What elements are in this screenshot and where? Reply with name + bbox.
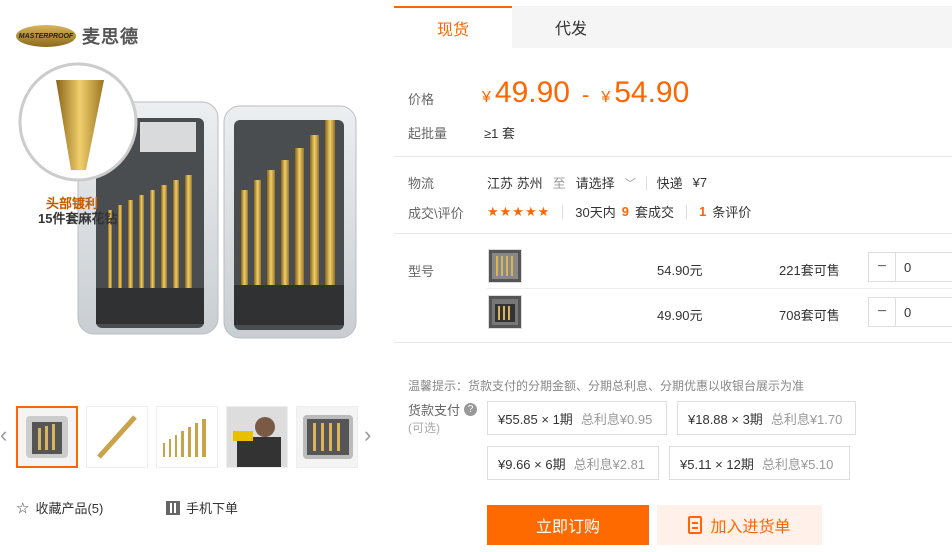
thumbnail-4[interactable]	[226, 406, 288, 468]
reviews-label: 成交\评价	[408, 206, 464, 221]
clipboard-icon	[688, 516, 703, 534]
divider	[686, 204, 687, 219]
model-stock-1: 221套可售	[779, 263, 840, 278]
quantity-stepper-1: − 0	[868, 252, 952, 282]
collect-label: 收藏产品(5)	[35, 501, 104, 516]
divider	[487, 288, 952, 289]
qr-code-icon	[166, 500, 180, 515]
divider	[645, 175, 647, 190]
destination-value: 请选择	[575, 176, 615, 191]
price-high: 54.90	[614, 76, 690, 109]
to-label: 至	[552, 176, 566, 191]
logistics-label: 物流	[408, 176, 435, 191]
thumbnail-2[interactable]	[86, 406, 148, 468]
chevron-down-icon: ﹀	[624, 177, 636, 190]
model-price-2: 49.90元	[657, 308, 703, 323]
shipping-method: 快递	[656, 176, 683, 191]
sales-prefix: 30天内	[575, 205, 616, 220]
price-separator: -	[581, 82, 590, 107]
thumbnail-5[interactable]	[296, 406, 358, 468]
price-low: 49.90	[494, 76, 570, 109]
add-to-cart-label: 加入进货单	[710, 519, 791, 536]
quantity-stepper-2: − 0	[868, 297, 952, 327]
main-product-image: 头部镀利 15件套麻花钻	[16, 60, 371, 390]
model-label: 型号	[408, 264, 435, 279]
destination-select[interactable]: 请选择 ﹀	[576, 173, 636, 192]
sales-count: 9	[621, 204, 629, 219]
currency-symbol: ¥	[601, 89, 611, 106]
installment-tip: 温馨提示：货款支付的分期金额、分期总利息、分期优惠以收银台展示为准	[408, 379, 805, 393]
tab-dropship[interactable]: 代发	[512, 6, 630, 48]
purchase-tabs: 现货 代发	[394, 6, 952, 48]
installment-option-4[interactable]: ¥5.11 × 12期 总利息¥5.10	[669, 446, 850, 480]
brand-name: 麦思德	[82, 27, 139, 47]
model-thumbnail-1[interactable]	[488, 249, 522, 283]
mobile-label: 手机下单	[186, 501, 239, 516]
installment-amount: ¥5.11 × 12期	[680, 456, 754, 472]
logistics-row: 江苏 苏州 至 请选择 ﹀ 快递 ¥7	[487, 173, 707, 192]
installment-option-2[interactable]: ¥18.88 × 3期 总利息¥1.70	[677, 401, 856, 435]
sales-suffix: 套成交	[634, 205, 674, 220]
minus-button[interactable]: −	[869, 298, 896, 326]
order-now-button[interactable]: 立即订购	[487, 505, 649, 545]
divider	[394, 156, 952, 157]
model-price-1: 54.90元	[657, 263, 703, 278]
thumbnail-1[interactable]	[16, 406, 78, 468]
model-stock-2: 708套可售	[779, 308, 840, 323]
quantity-input[interactable]: 0	[896, 298, 952, 326]
review-count[interactable]: 1	[699, 204, 706, 219]
mobile-order-link[interactable]: 手机下单	[166, 498, 238, 517]
star-rating-icon: ★★★★★	[487, 203, 551, 219]
installment-amount: ¥9.66 × 6期	[498, 456, 566, 472]
model-thumbnail-2[interactable]	[488, 295, 522, 329]
origin-city: 江苏 苏州	[487, 176, 543, 191]
add-to-cart-button[interactable]: 加入进货单	[657, 505, 822, 545]
installment-amount: ¥18.88 × 3期	[688, 411, 763, 427]
chevron-right-icon[interactable]: ›	[364, 422, 371, 448]
help-icon[interactable]: ?	[464, 403, 478, 416]
shipping-fee: ¥7	[692, 175, 708, 190]
thumbnail-3[interactable]	[156, 406, 218, 468]
installment-label-row: 货款支付 ?	[408, 400, 478, 419]
callout-line2: 15件套麻花钻	[38, 211, 118, 226]
installment-label: 货款支付	[408, 403, 461, 418]
installment-fee: 总利息¥1.70	[770, 411, 843, 427]
collect-product-link[interactable]: ☆ 收藏产品(5)	[16, 498, 103, 517]
divider	[394, 233, 952, 234]
chevron-left-icon[interactable]: ‹	[0, 422, 7, 448]
installment-amount: ¥55.85 × 1期	[498, 411, 573, 427]
divider	[562, 204, 564, 219]
divider	[394, 342, 952, 343]
star-outline-icon: ☆	[16, 499, 30, 517]
price-range: ¥ 49.90 - ¥ 54.90	[482, 76, 689, 110]
thumbnail-strip: ‹ ›	[0, 400, 390, 472]
currency-symbol: ¥	[482, 89, 491, 106]
installment-sublabel: (可选)	[408, 421, 440, 435]
brand-badge: MASTERPROOF	[16, 25, 76, 47]
moq-value: ≥1 套	[484, 126, 515, 141]
brand-logo: MASTERPROOF 麦思德	[16, 22, 139, 50]
review-suffix[interactable]: 条评价	[712, 202, 751, 221]
moq-label: 起批量	[408, 126, 448, 141]
installment-option-1[interactable]: ¥55.85 × 1期 总利息¥0.95	[487, 401, 667, 435]
minus-button[interactable]: −	[869, 253, 896, 281]
tab-in-stock[interactable]: 现货	[394, 6, 512, 48]
installment-fee: 总利息¥2.81	[573, 456, 646, 472]
installment-fee: 总利息¥5.10	[761, 456, 834, 472]
price-label: 价格	[408, 92, 435, 107]
installment-fee: 总利息¥0.95	[580, 411, 653, 427]
reviews-row: ★★★★★ 30天内 9 套成交 1 条评价	[487, 202, 751, 221]
quantity-input[interactable]: 0	[896, 253, 952, 281]
installment-option-3[interactable]: ¥9.66 × 6期 总利息¥2.81	[487, 446, 659, 480]
